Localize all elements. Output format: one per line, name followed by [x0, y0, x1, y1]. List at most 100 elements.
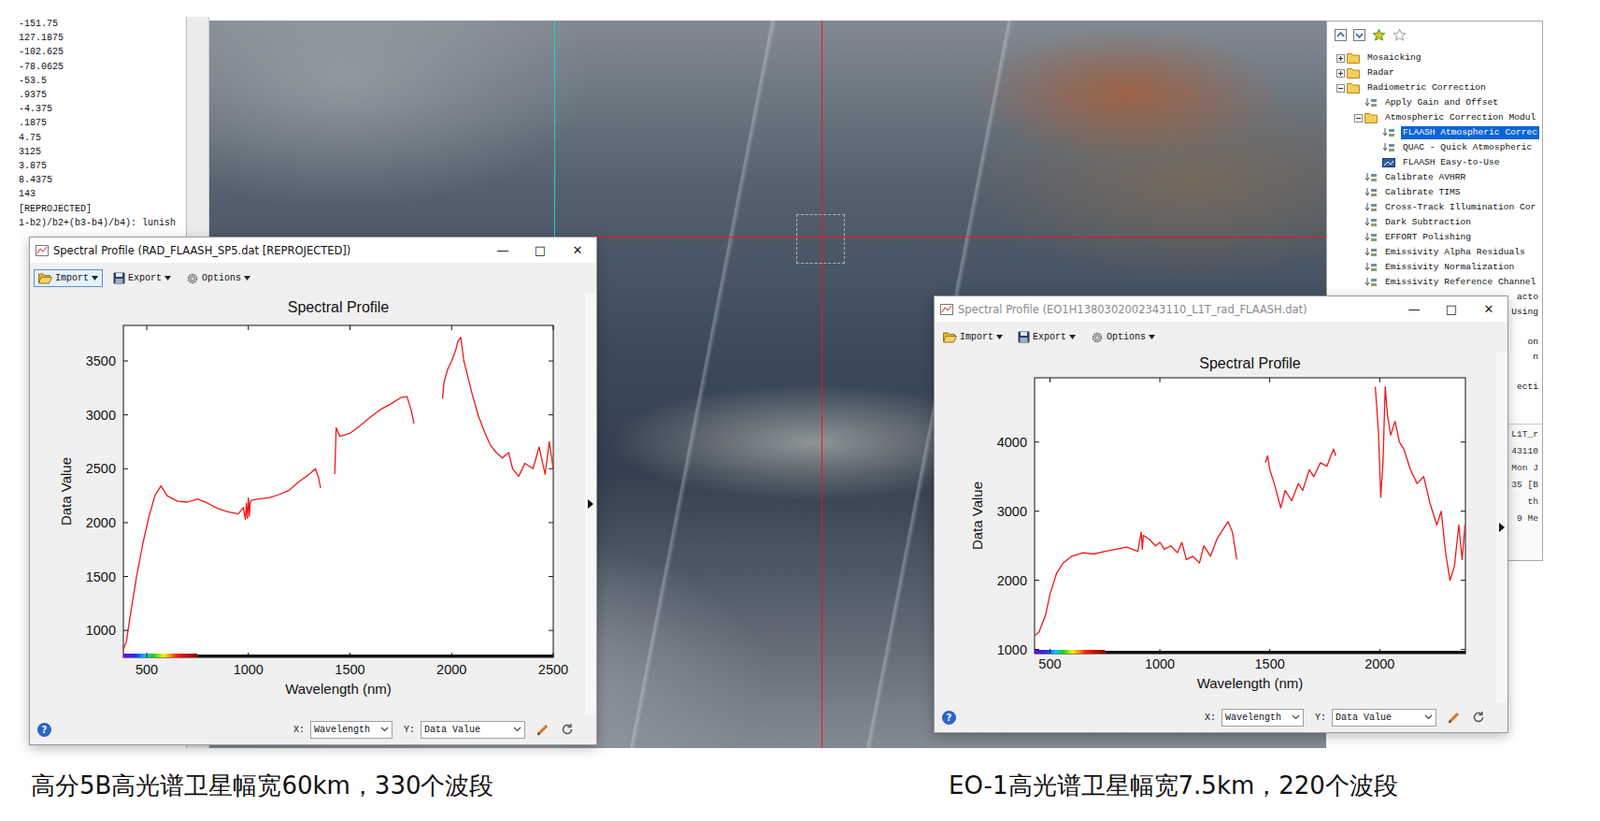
- toolbar-button[interactable]: Export: [1013, 328, 1081, 346]
- spectral-profile-chart[interactable]: Spectral Profile500100015002000250010001…: [29, 293, 586, 715]
- favorite-star-icon[interactable]: [1371, 28, 1386, 43]
- tree-item[interactable]: Radiometric Correction: [1327, 80, 1543, 96]
- caption: EO-1高光谱卫星幅宽7.5km，220个波段: [948, 768, 1600, 802]
- title-bar[interactable]: Spectral Profile (EO1H1380302002343110_L…: [934, 296, 1508, 322]
- tree-item[interactable]: FLAASH Atmospheric Correc: [1327, 125, 1543, 141]
- dropdown-caret-icon: [243, 275, 251, 281]
- spectrum-segment[interactable]: [1265, 448, 1336, 508]
- tree-item-label: Cross-Track Illumination Cor: [1383, 200, 1538, 215]
- tree-expander[interactable]: [1336, 54, 1345, 63]
- maximize-button[interactable]: □: [1432, 296, 1471, 322]
- svg-text:1000: 1000: [997, 642, 1028, 658]
- x-tick: 2000: [436, 325, 467, 677]
- tool-icon: [1364, 231, 1378, 243]
- toolbar-button[interactable]: Export: [108, 269, 176, 287]
- tree-item[interactable]: Emissivity Normalization: [1327, 259, 1543, 275]
- help-icon[interactable]: ?: [942, 710, 957, 725]
- tree-item[interactable]: EFFORT Polishing: [1327, 229, 1543, 245]
- close-button[interactable]: ✕: [1470, 296, 1508, 322]
- tree-item-label: Emissivity Alpha Residuals: [1383, 245, 1528, 259]
- toolbar-button[interactable]: Options: [181, 269, 256, 288]
- tree-item[interactable]: Emissivity Reference Channel: [1327, 274, 1543, 290]
- x-axis-select[interactable]: Wavelength: [1221, 708, 1304, 727]
- zoom-box[interactable]: [796, 214, 845, 264]
- dropdown-caret-icon: [164, 275, 172, 281]
- plot-area[interactable]: [123, 325, 554, 658]
- tree-item-label: Emissivity Normalization: [1383, 260, 1516, 274]
- edit-button[interactable]: [536, 722, 550, 736]
- expand-down-icon[interactable]: [1353, 28, 1366, 42]
- crosshair-vertical[interactable]: [821, 20, 823, 748]
- y-select-label: Y:: [1314, 712, 1327, 723]
- panel-expand-arrow-icon[interactable]: [587, 499, 594, 509]
- collapse-up-icon[interactable]: [1334, 28, 1347, 42]
- dropdown-caret-icon: [1069, 334, 1076, 340]
- spectrum-segment[interactable]: [1034, 521, 1237, 636]
- tree-item[interactable]: Emissivity Alpha Residuals: [1327, 244, 1543, 260]
- spectral-profile-window[interactable]: Spectral Profile (RAD_FLAASH_SP5.dat [RE…: [28, 236, 598, 745]
- spectral-profile-window[interactable]: Spectral Profile (EO1H1380302002343110_L…: [933, 295, 1509, 733]
- tree-item[interactable]: Apply Gain and Offset: [1327, 95, 1543, 111]
- help-icon[interactable]: ?: [37, 722, 52, 737]
- maximize-button[interactable]: □: [521, 237, 559, 263]
- refresh-button[interactable]: [1471, 710, 1486, 724]
- tree-item-label: Dark Subtraction: [1383, 215, 1473, 229]
- side-panel-toggle[interactable]: [1496, 352, 1508, 702]
- edit-pencil-icon[interactable]: [1447, 710, 1461, 724]
- svg-text:1500: 1500: [334, 661, 365, 677]
- tree-item[interactable]: QUAC - Quick Atmospheric: [1327, 140, 1543, 156]
- svg-text:1000: 1000: [85, 622, 116, 638]
- svg-text:2000: 2000: [997, 572, 1028, 588]
- spectrum-segment[interactable]: [123, 468, 321, 650]
- side-panel-toggle[interactable]: [585, 293, 597, 715]
- window-controls: —□✕: [1395, 296, 1508, 322]
- caption-row: 高分5B高光谱卫星幅宽60km，330个波段EO-1高光谱卫星幅宽7.5km，2…: [0, 768, 1600, 802]
- tree-item[interactable]: Calibrate TIMS: [1327, 185, 1543, 200]
- svg-text:2500: 2500: [85, 460, 116, 476]
- tool-icon: [1382, 142, 1396, 154]
- tool-icon: [1364, 171, 1378, 184]
- tree-expander[interactable]: [1336, 84, 1345, 93]
- spectrum-segment[interactable]: [334, 396, 415, 474]
- toolbar-button[interactable]: Options: [1085, 328, 1160, 347]
- close-button[interactable]: ✕: [558, 237, 597, 263]
- title-bar[interactable]: Spectral Profile (RAD_FLAASH_SP5.dat [RE…: [29, 237, 597, 263]
- tree-item[interactable]: Cross-Track Illumination Cor: [1327, 200, 1543, 215]
- toolbar-button[interactable]: Import: [938, 328, 1008, 346]
- x-tick: 500: [135, 325, 158, 677]
- minimize-button[interactable]: —: [1395, 296, 1433, 322]
- tree-item[interactable]: Radar: [1327, 65, 1543, 81]
- x-axis-select[interactable]: Wavelength: [310, 720, 393, 739]
- folder-icon: [1346, 82, 1360, 94]
- plot-area[interactable]: [1034, 377, 1466, 654]
- minimize-button[interactable]: —: [484, 237, 522, 263]
- tree-item-label: Apply Gain and Offset: [1383, 96, 1500, 110]
- tree-item[interactable]: Calibrate AVHRR: [1327, 170, 1543, 186]
- toolbar-button[interactable]: Import: [33, 269, 103, 287]
- empty-star-icon[interactable]: [1392, 28, 1407, 43]
- export-save-icon: [1017, 330, 1030, 343]
- tree-item[interactable]: Mosaicking: [1327, 50, 1543, 66]
- edit-button[interactable]: [1447, 710, 1461, 724]
- spectrum-segment[interactable]: [442, 337, 555, 477]
- edit-pencil-icon[interactable]: [536, 722, 550, 736]
- x-tick: 500: [1038, 377, 1061, 672]
- refresh-icon[interactable]: [1471, 710, 1486, 724]
- tree-expander[interactable]: [1354, 114, 1363, 123]
- tree-item-label: QUAC - Quick Atmospheric: [1400, 141, 1534, 155]
- panel-expand-arrow-icon[interactable]: [1499, 522, 1505, 532]
- y-axis-select[interactable]: Data Value: [420, 720, 526, 739]
- spectrum-segment[interactable]: [1375, 386, 1466, 581]
- refresh-icon[interactable]: [560, 722, 574, 736]
- toolbar: Import Export Options: [29, 262, 597, 294]
- caption: 高分5B高光谱卫星幅宽60km，330个波段: [30, 768, 949, 802]
- tree-item[interactable]: Dark Subtraction: [1327, 214, 1543, 230]
- y-axis-select[interactable]: Data Value: [1331, 708, 1437, 727]
- info-line: [REPROJECTED]: [18, 201, 186, 216]
- tree-item[interactable]: Atmospheric Correction Modul: [1327, 110, 1543, 126]
- spectral-profile-chart[interactable]: Spectral Profile500100015002000100020003…: [934, 352, 1497, 702]
- tree-expander[interactable]: [1336, 69, 1345, 78]
- x-axis-label: Wavelength (nm): [1197, 674, 1304, 691]
- tree-item[interactable]: FLAASH Easy-to-Use: [1327, 155, 1543, 171]
- refresh-button[interactable]: [560, 722, 574, 736]
